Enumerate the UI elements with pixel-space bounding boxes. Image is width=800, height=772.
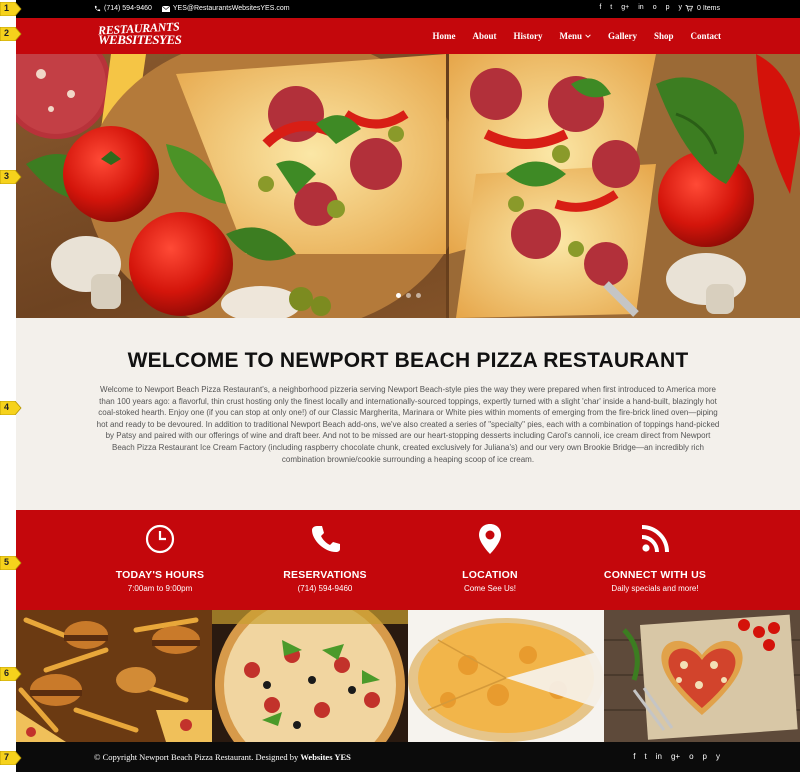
pinterest-icon[interactable]: p [666,4,670,11]
photo-gallery-strip [16,610,800,742]
linkedin-icon[interactable]: in [656,752,662,761]
nav-item-shop[interactable]: Shop [654,31,674,41]
cart-count: 0 Items [697,5,720,12]
phone-number: (714) 594-9460 [104,5,152,12]
rss-icon [641,525,669,553]
callout-marker-1: 1 [0,2,22,16]
google-plus-icon[interactable]: g+ [621,4,629,11]
map-pin-icon [479,524,501,554]
callout-marker-5: 5 [0,556,22,570]
gallery-image-cheese-pizza[interactable] [408,610,604,742]
gallery-image-burgers[interactable] [16,610,212,742]
welcome-section: WELCOME TO NEWPORT BEACH PIZZA RESTAURAN… [16,318,800,510]
site-footer: © Copyright Newport Beach Pizza Restaura… [16,742,800,772]
twitter-icon[interactable]: t [645,752,647,761]
site-logo[interactable]: RESTAURANTS WEBSITESYES [98,19,194,50]
facebook-icon[interactable]: f [599,4,601,11]
email-address: YES@RestaurantsWebsitesYES.com [172,5,290,12]
info-bar: TODAY'S HOURS 7:00am to 9:00pm RESERVATI… [16,510,800,610]
chevron-down-icon [585,34,591,38]
slider-dot-3[interactable] [416,293,421,298]
info-hours: TODAY'S HOURS 7:00am to 9:00pm [80,510,240,610]
welcome-body-text: Welcome to Newport Beach Pizza Restauran… [96,385,720,464]
info-location-title: LOCATION [462,569,518,581]
instagram-icon[interactable]: o [653,4,657,11]
top-utility-bar: (714) 594-9460 YES@RestaurantsWebsitesYE… [16,0,800,18]
facebook-icon[interactable]: f [633,752,635,761]
pinterest-icon[interactable]: p [703,752,707,761]
info-reservations[interactable]: RESERVATIONS (714) 594-9460 [245,510,405,610]
main-menu: Home About History Menu Gallery Shop Con… [432,31,721,41]
google-plus-icon[interactable]: g+ [671,752,680,761]
phone-icon [94,5,101,12]
welcome-title: WELCOME TO NEWPORT BEACH PIZZA RESTAURAN… [127,349,689,372]
nav-item-about[interactable]: About [472,31,496,41]
slider-dot-2[interactable] [406,293,411,298]
gallery-image-heart-pizza[interactable] [604,610,800,742]
yelp-icon[interactable]: y [716,752,720,761]
email-contact[interactable]: YES@RestaurantsWebsitesYES.com [161,5,290,12]
callout-marker-2: 2 [0,27,22,41]
cart-link[interactable]: 0 Items [685,5,720,12]
designer-link[interactable]: Websites YES [300,752,350,762]
hero-slider[interactable] [16,54,800,318]
callout-marker-6: 6 [0,667,22,681]
linkedin-icon[interactable]: in [638,4,643,11]
envelope-icon [161,5,170,12]
slider-dot-1[interactable] [396,293,401,298]
info-connect[interactable]: CONNECT WITH US Daily specials and more! [575,510,735,610]
nav-item-contact[interactable]: Contact [691,31,722,41]
phone-icon [312,526,340,552]
info-location[interactable]: LOCATION Come See Us! [410,510,570,610]
phone-contact[interactable]: (714) 594-9460 [94,5,152,12]
topbar-social-links: f t g+ in o p y [599,4,682,11]
instagram-icon[interactable]: o [689,752,693,761]
callout-marker-7: 7 [0,751,22,765]
info-connect-title: CONNECT WITH US [603,569,707,581]
callout-marker-3: 3 [0,170,22,184]
footer-social-links: f t in g+ o p y [633,752,720,761]
info-hours-value: 7:00am to 9:00pm [127,584,193,593]
slider-pagination [396,293,421,298]
nav-item-menu[interactable]: Menu [559,31,591,41]
hero-image-pizza [16,54,800,318]
website-page: (714) 594-9460 YES@RestaurantsWebsitesYE… [16,0,800,772]
clock-icon [145,524,175,554]
contact-info: (714) 594-9460 YES@RestaurantsWebsitesYE… [94,5,290,12]
footer-copyright: © Copyright Newport Beach Pizza Restaura… [94,752,351,762]
info-connect-sub: Daily specials and more! [611,584,699,593]
callout-marker-4: 4 [0,401,22,415]
info-reservations-phone: (714) 594-9460 [297,584,353,593]
info-hours-title: TODAY'S HOURS [115,569,205,581]
nav-item-history[interactable]: History [513,31,542,41]
twitter-icon[interactable]: t [610,4,612,11]
info-location-sub: Come See Us! [463,584,517,593]
nav-item-home[interactable]: Home [432,31,455,41]
info-reservations-title: RESERVATIONS [283,569,367,581]
yelp-icon[interactable]: y [679,4,683,11]
cart-icon [685,5,694,12]
gallery-image-pizza-arugula[interactable] [212,610,408,742]
main-navigation-bar: RESTAURANTS WEBSITESYES Home About Histo… [16,18,800,54]
nav-item-gallery[interactable]: Gallery [608,31,637,41]
